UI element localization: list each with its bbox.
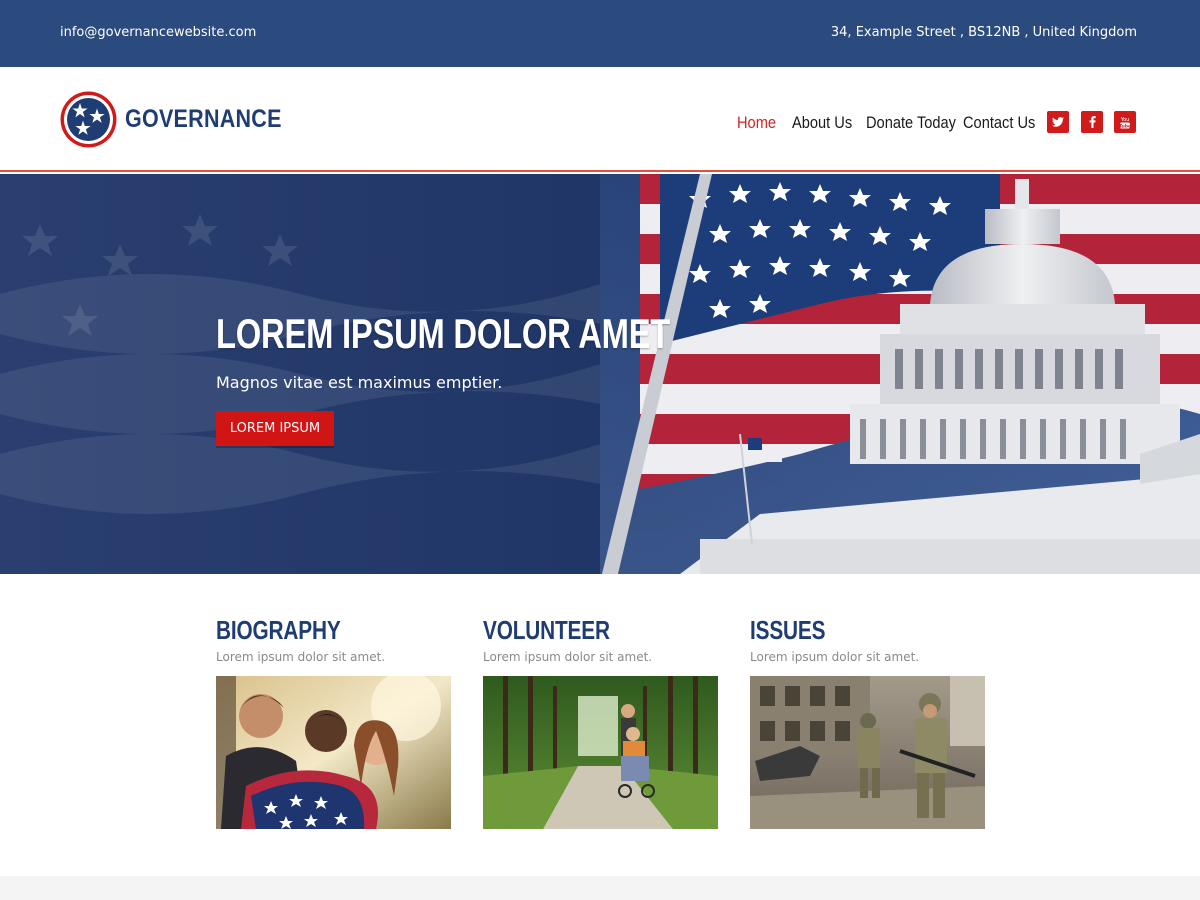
twitter-button[interactable] bbox=[1047, 111, 1069, 133]
hero-banner: LOREM IPSUM DOLOR AMET Magnos vitae est … bbox=[0, 174, 1200, 574]
nav-contact-us[interactable]: Contact Us bbox=[963, 113, 1035, 133]
nav-donate-today[interactable]: Donate Today bbox=[866, 113, 956, 133]
brand-name[interactable]: GOVERNANCE bbox=[125, 105, 282, 134]
section-title[interactable]: BIOGRAPHY bbox=[216, 615, 404, 646]
contact-address: 34, Example Street , BS12NB , United Kin… bbox=[830, 25, 1137, 40]
capitol-flag-image bbox=[0, 174, 1200, 574]
section-text: Lorem ipsum dolor sit amet. bbox=[483, 650, 653, 664]
issues-photo[interactable] bbox=[750, 676, 985, 829]
footer-strip bbox=[0, 876, 1200, 900]
biography-photo[interactable] bbox=[216, 676, 451, 829]
section-title[interactable]: ISSUES bbox=[750, 615, 938, 646]
section-issues: ISSUES Lorem ipsum dolor sit amet. bbox=[750, 615, 985, 829]
hero-title: LOREM IPSUM DOLOR AMET bbox=[216, 310, 671, 357]
nav-about-us[interactable]: About Us bbox=[792, 113, 852, 133]
svg-text:Tube: Tube bbox=[1119, 123, 1131, 129]
volunteer-photo[interactable] bbox=[483, 676, 718, 829]
tristar-logo-icon[interactable] bbox=[60, 91, 117, 148]
site-header: GOVERNANCE Home About Us Donate Today Co… bbox=[0, 67, 1200, 172]
section-volunteer: VOLUNTEER Lorem ipsum dolor sit amet. bbox=[483, 615, 718, 829]
facebook-icon bbox=[1089, 116, 1096, 128]
twitter-icon bbox=[1052, 117, 1064, 127]
youtube-icon: You Tube bbox=[1119, 117, 1131, 129]
nav-home[interactable]: Home bbox=[737, 113, 776, 133]
facebook-button[interactable] bbox=[1081, 111, 1103, 133]
section-text: Lorem ipsum dolor sit amet. bbox=[750, 650, 920, 664]
top-info-bar: info@governancewebsite.com 34, Example S… bbox=[0, 0, 1200, 67]
contact-email[interactable]: info@governancewebsite.com bbox=[60, 25, 256, 40]
hero-cta-button[interactable]: LOREM IPSUM bbox=[216, 411, 334, 446]
svg-text:You: You bbox=[1120, 117, 1130, 123]
section-title[interactable]: VOLUNTEER bbox=[483, 615, 671, 646]
section-biography: BIOGRAPHY Lorem ipsum dolor sit amet. bbox=[216, 615, 451, 829]
section-text: Lorem ipsum dolor sit amet. bbox=[216, 650, 386, 664]
hero-subtitle: Magnos vitae est maximus emptier. bbox=[216, 373, 503, 392]
youtube-button[interactable]: You Tube bbox=[1114, 111, 1136, 133]
